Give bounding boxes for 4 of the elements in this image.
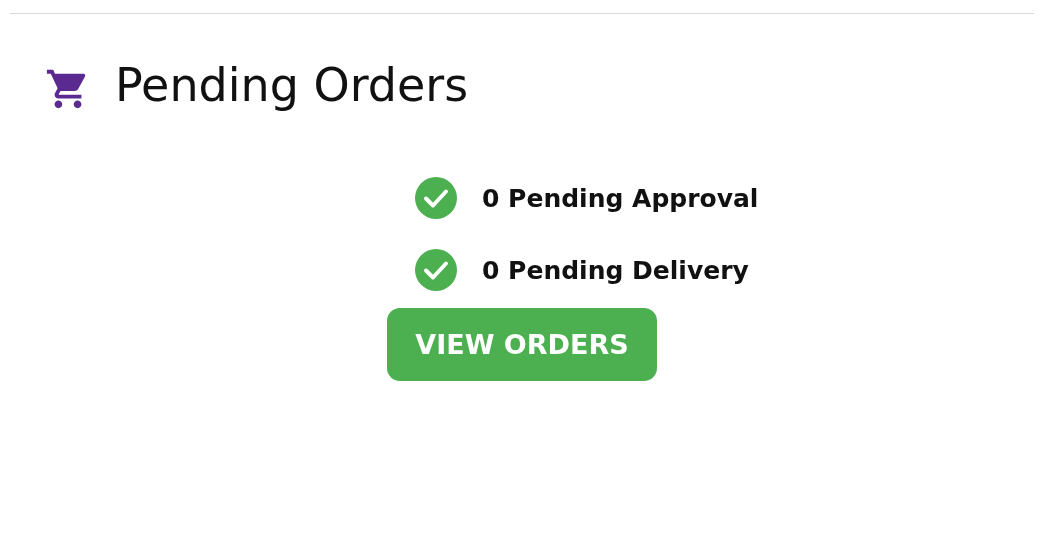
- view-orders-button[interactable]: VIEW ORDERS: [387, 308, 657, 381]
- status-label: 0 Pending Approval: [482, 183, 759, 213]
- card-title: Pending Orders: [115, 58, 469, 112]
- status-label: 0 Pending Delivery: [482, 255, 749, 285]
